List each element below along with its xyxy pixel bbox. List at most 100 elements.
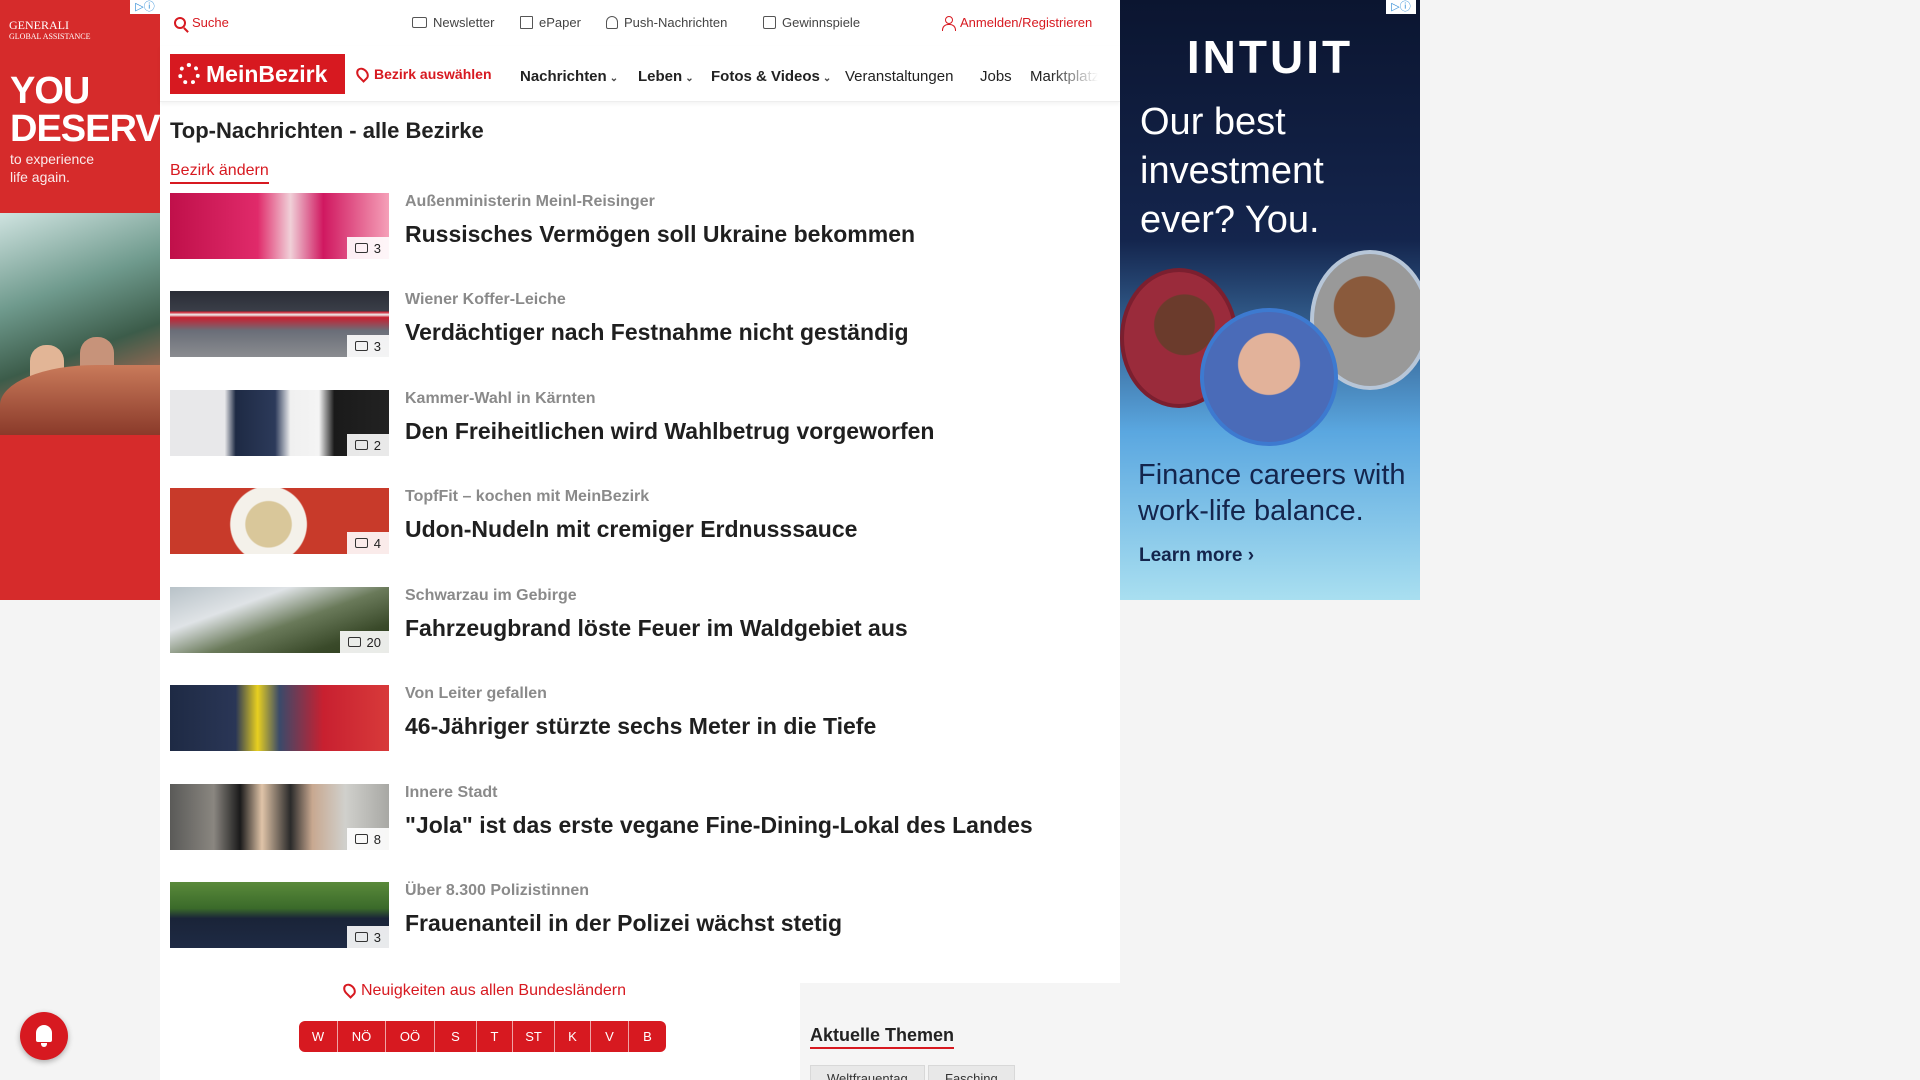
search-label: Suche <box>192 15 229 30</box>
article-headline[interactable]: Frauenanteil in der Polizei wächst steti… <box>405 910 842 937</box>
ad-headline: Our best investment ever? You. <box>1140 98 1324 245</box>
current-topics-box: Aktuelle Themen Weltfrauentag Fasching <box>800 983 1120 1080</box>
nav-item-nachrichten[interactable]: Nachrichten ⌄ <box>520 68 618 85</box>
article-teaser[interactable]: 3 Wiener Koffer-Leiche Verdächtiger nach… <box>170 291 1070 359</box>
chevron-down-icon: ⌄ <box>685 73 694 84</box>
ad-brand-name: GENERALI <box>9 18 69 32</box>
ad-headline-line: DESERVE <box>10 108 160 150</box>
article-headline[interactable]: "Jola" ist das erste vegane Fine-Dining-… <box>405 812 1033 839</box>
state-button[interactable]: B <box>629 1021 666 1052</box>
nav-scroll-fade <box>1050 52 1110 96</box>
article-thumbnail[interactable]: 3 <box>170 193 389 259</box>
push-notifications-link[interactable]: Push-Nachrichten <box>606 15 727 30</box>
login-link[interactable]: Anmelden/Registrieren <box>942 15 1092 31</box>
logo-text: MeinBezirk <box>206 60 328 87</box>
ad-learn-more-button[interactable]: Learn more › <box>1139 545 1254 567</box>
ad-photo-boat <box>0 365 160 435</box>
ad-choices-icon[interactable]: ▷ⓘ <box>130 0 160 14</box>
article-headline[interactable]: Den Freiheitlichen wird Wahlbetrug vorge… <box>405 418 934 445</box>
nav-item-label: Veranstaltungen <box>845 68 954 85</box>
ad-brand-logo: GENERALI GLOBAL ASSISTANCE <box>9 18 91 42</box>
article-headline[interactable]: 46-Jähriger stürzte sechs Meter in die T… <box>405 713 876 740</box>
newsletter-label: Newsletter <box>433 15 495 30</box>
image-count-badge: 3 <box>346 926 389 948</box>
article-thumbnail[interactable]: 20 <box>170 587 389 653</box>
logo-ring-icon <box>178 63 200 85</box>
ad-body-line: work-life balance. <box>1138 495 1364 527</box>
chevron-down-icon: ⌄ <box>822 73 832 84</box>
giveaways-label: Gewinnspiele <box>782 15 861 30</box>
image-count-badge: 8 <box>346 828 389 850</box>
nav-item-label: Leben <box>638 68 683 85</box>
article-kicker: Wiener Koffer-Leiche <box>405 291 566 308</box>
ad-subline-line: to experience <box>10 151 95 167</box>
article-teaser[interactable]: 20 Schwarzau im Gebirge Fahrzeugbrand lö… <box>170 587 1070 655</box>
ad-subline-line: life again. <box>10 169 70 185</box>
image-count: 3 <box>373 929 381 945</box>
ad-choices-icon[interactable]: ▷ⓘ <box>1386 0 1416 14</box>
nav-item-label: Fotos & Videos <box>711 68 820 85</box>
article-headline[interactable]: Russisches Vermögen soll Ukraine bekomme… <box>405 221 915 248</box>
state-button[interactable]: ST <box>513 1021 555 1052</box>
article-teaser[interactable]: Von Leiter gefallen 46-Jähriger stürzte … <box>170 685 1070 753</box>
change-district-link[interactable]: Bezirk ändern <box>170 162 269 184</box>
epaper-link[interactable]: ePaper <box>520 15 581 30</box>
state-button[interactable]: V <box>591 1021 629 1052</box>
article-thumbnail[interactable]: 8 <box>170 784 389 850</box>
nav-item-veranstaltungen[interactable]: Veranstaltungen <box>845 68 953 85</box>
gallery-icon <box>354 932 368 942</box>
state-button[interactable]: NÖ <box>338 1021 386 1052</box>
meinbezirk-logo[interactable]: MeinBezirk <box>170 54 345 94</box>
article-headline[interactable]: Verdächtiger nach Festnahme nicht gestän… <box>405 319 909 346</box>
newspaper-icon <box>520 16 533 29</box>
notification-bell-button[interactable] <box>20 1012 68 1060</box>
topic-tag[interactable]: Fasching <box>928 1065 1015 1080</box>
image-count-badge: 3 <box>346 237 389 259</box>
newsletter-link[interactable]: Newsletter <box>412 15 494 30</box>
gallery-icon <box>354 538 368 548</box>
article-thumbnail[interactable]: 2 <box>170 390 389 456</box>
image-count-badge: 2 <box>346 434 389 456</box>
article-teaser[interactable]: 4 TopfFit – kochen mit MeinBezirk Udon-N… <box>170 488 1070 556</box>
article-headline[interactable]: Udon-Nudeln mit cremiger Erdnusssauce <box>405 516 857 543</box>
gallery-icon <box>354 341 368 351</box>
gallery-icon <box>347 637 361 647</box>
article-thumbnail[interactable]: 4 <box>170 488 389 554</box>
article-kicker: Von Leiter gefallen <box>405 685 547 702</box>
state-button[interactable]: K <box>555 1021 591 1052</box>
state-button[interactable]: W <box>299 1021 338 1052</box>
state-button[interactable]: S <box>435 1021 477 1052</box>
article-thumbnail[interactable]: 3 <box>170 882 389 948</box>
left-ad-banner[interactable]: GENERALI GLOBAL ASSISTANCE YOU DESERVE t… <box>0 0 160 600</box>
article-thumbnail[interactable] <box>170 685 389 751</box>
article-teaser[interactable]: 2 Kammer-Wahl in Kärnten Den Freiheitlic… <box>170 390 1070 458</box>
image-count: 4 <box>373 535 381 551</box>
ad-body-line: Finance careers with <box>1138 459 1406 491</box>
all-states-link[interactable]: Neuigkeiten aus allen Bundesländern <box>320 981 650 1000</box>
image-count: 3 <box>373 240 381 256</box>
ad-photo <box>0 213 160 435</box>
select-district-button[interactable]: Bezirk auswählen <box>353 65 492 83</box>
state-button[interactable]: T <box>477 1021 513 1052</box>
nav-item-fotos-videos[interactable]: Fotos & Videos ⌄ <box>711 68 831 85</box>
article-teaser[interactable]: 3 Über 8.300 Polizistinnen Frauenanteil … <box>170 882 1070 950</box>
gallery-icon <box>354 834 368 844</box>
nav-item-jobs[interactable]: Jobs <box>980 68 1012 85</box>
select-district-label: Bezirk auswählen <box>374 66 492 82</box>
bell-icon <box>606 16 618 29</box>
chevron-down-icon: ⌄ <box>609 73 619 84</box>
image-count: 3 <box>373 338 381 354</box>
main-content: Suche Newsletter ePaper Push-Nachrichten… <box>160 0 1120 1080</box>
article-teaser[interactable]: 3 Außenministerin Meinl-Reisinger Russis… <box>170 193 1070 261</box>
search-link[interactable]: Suche <box>174 15 229 30</box>
article-kicker: Kammer-Wahl in Kärnten <box>405 390 596 407</box>
article-teaser[interactable]: 8 Innere Stadt "Jola" ist das erste vega… <box>170 784 1070 852</box>
giveaways-link[interactable]: Gewinnspiele <box>763 15 860 30</box>
nav-item-leben[interactable]: Leben ⌄ <box>638 68 694 85</box>
state-button[interactable]: OÖ <box>386 1021 435 1052</box>
article-headline[interactable]: Fahrzeugbrand löste Feuer im Waldgebiet … <box>405 615 908 642</box>
image-count: 2 <box>373 437 381 453</box>
right-ad-banner[interactable]: INTUIT Our best investment ever? You. Fi… <box>1120 0 1420 600</box>
article-thumbnail[interactable]: 3 <box>170 291 389 357</box>
topic-tag[interactable]: Weltfrauentag <box>810 1065 925 1080</box>
